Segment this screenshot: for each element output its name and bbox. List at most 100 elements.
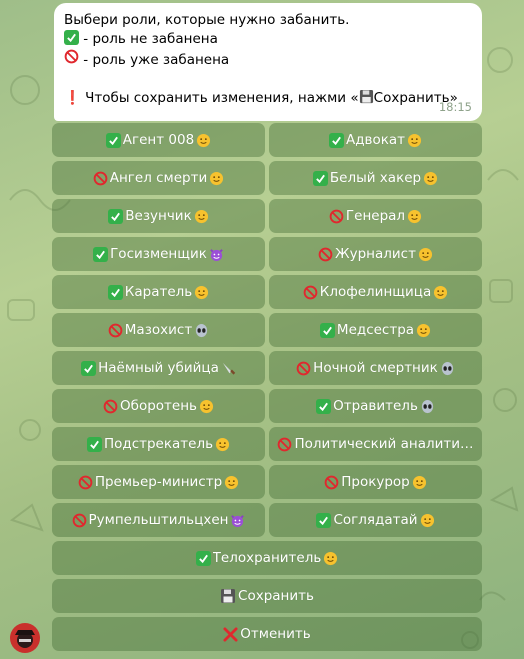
keyboard-row: Подстрекатель Политический аналити… xyxy=(52,427,482,461)
role-button-label: Агент 008 xyxy=(122,132,195,148)
slight-smile-icon xyxy=(407,133,422,148)
slight-smile-icon xyxy=(209,171,224,186)
exclamation-icon: ❗ xyxy=(64,90,81,106)
role-button-label: Ангел смерти xyxy=(109,170,208,186)
keyboard-row: Оборотень Отравитель xyxy=(52,389,482,423)
keyboard-row: Сохранить xyxy=(52,579,482,613)
check-mark-icon xyxy=(108,208,124,224)
keyboard-row: Каратель Клофелинщица xyxy=(52,275,482,309)
role-button-label: Прокурор xyxy=(341,474,410,490)
save-button[interactable]: Сохранить xyxy=(52,579,482,613)
message-time: 18:15 xyxy=(438,100,472,114)
role-button-label: Госизменщик xyxy=(110,246,207,262)
prohibited-icon xyxy=(93,171,108,186)
role-button-label: Политический аналити… xyxy=(294,436,474,452)
role-button-label: Каратель xyxy=(124,284,193,300)
role-button[interactable]: Мазохист xyxy=(52,313,265,347)
role-button-label: Клофелинщица xyxy=(319,284,432,300)
role-button-label: Мазохист xyxy=(124,322,193,338)
prohibited-icon xyxy=(78,475,93,490)
knife-icon xyxy=(221,361,236,376)
check-mark-icon xyxy=(328,132,344,148)
role-button-label: Отравитель xyxy=(333,398,418,414)
role-button-label: Адвокат xyxy=(345,132,406,148)
prohibited-icon xyxy=(277,437,292,452)
role-button-label: Ночной смертник xyxy=(313,360,438,376)
role-button[interactable]: Генерал xyxy=(269,199,482,233)
role-button[interactable]: Агент 008 xyxy=(52,123,265,157)
prohibited-icon xyxy=(296,361,311,376)
legend-not-banned: - роль не забанена xyxy=(83,31,218,47)
keyboard-row: Госизменщик Журналист xyxy=(52,237,482,271)
slight-smile-icon xyxy=(416,323,431,338)
role-button[interactable]: Соглядатай xyxy=(269,503,482,537)
check-mark-icon xyxy=(86,436,102,452)
role-button[interactable]: Везунчик xyxy=(52,199,265,233)
cross-mark-icon xyxy=(223,626,238,642)
inline-keyboard: Агент 008 Адвокат Ангел смерти Белый хакер В… xyxy=(52,123,482,655)
check-mark-icon xyxy=(107,284,123,300)
role-button[interactable]: Подстрекатель xyxy=(52,427,265,461)
check-mark-icon xyxy=(319,322,335,338)
role-button[interactable]: Румпельштильцхен xyxy=(52,503,265,537)
role-button[interactable]: Клофелинщица xyxy=(269,275,482,309)
role-button[interactable]: Медсестра xyxy=(269,313,482,347)
keyboard-row: Румпельштильцхен Соглядатай xyxy=(52,503,482,537)
slight-smile-icon xyxy=(418,247,433,262)
check-mark-icon xyxy=(105,132,121,148)
alien-icon xyxy=(440,361,455,376)
alien-icon xyxy=(194,323,209,338)
bot-message: Выбери роли, которые нужно забанить. - р… xyxy=(54,3,482,121)
slight-smile-icon xyxy=(412,475,427,490)
prohibited-icon xyxy=(303,285,318,300)
role-button[interactable]: Белый хакер xyxy=(269,161,482,195)
legend-banned: - роль уже забанена xyxy=(83,52,230,68)
slight-smile-icon xyxy=(196,133,211,148)
hint-text: Чтобы сохранить изменения, нажми « xyxy=(85,90,359,106)
prohibited-icon xyxy=(64,49,79,64)
keyboard-row: Агент 008 Адвокат xyxy=(52,123,482,157)
cancel-button[interactable]: Отменить xyxy=(52,617,482,651)
role-button[interactable]: Политический аналити… xyxy=(269,427,482,461)
prohibited-icon xyxy=(108,323,123,338)
keyboard-row: Мазохист Медсестра xyxy=(52,313,482,347)
role-button[interactable]: Телохранитель xyxy=(52,541,482,575)
slight-smile-icon xyxy=(224,475,239,490)
save-button-label: Сохранить xyxy=(238,588,314,604)
role-button-label: Журналист xyxy=(335,246,416,262)
prohibited-icon xyxy=(103,399,118,414)
role-button[interactable]: Ночной смертник xyxy=(269,351,482,385)
check-mark-icon xyxy=(316,398,332,414)
role-button[interactable]: Отравитель xyxy=(269,389,482,423)
check-mark-icon xyxy=(316,512,332,528)
keyboard-row: Ангел смерти Белый хакер xyxy=(52,161,482,195)
check-mark-icon xyxy=(195,550,211,566)
alien-icon xyxy=(420,399,435,414)
role-button[interactable]: Каратель xyxy=(52,275,265,309)
message-title: Выбери роли, которые нужно забанить. xyxy=(64,12,350,28)
role-button-label: Везунчик xyxy=(125,208,192,224)
slight-smile-icon xyxy=(194,285,209,300)
slight-smile-icon xyxy=(420,513,435,528)
keyboard-row: Наёмный убийца Ночной смертник xyxy=(52,351,482,385)
slight-smile-icon xyxy=(423,171,438,186)
role-button[interactable]: Адвокат xyxy=(269,123,482,157)
role-button-label: Наёмный убийца xyxy=(98,360,219,376)
role-button-label: Оборотень xyxy=(120,398,197,414)
role-button[interactable]: Оборотень xyxy=(52,389,265,423)
role-button[interactable]: Госизменщик xyxy=(52,237,265,271)
role-button[interactable]: Премьер-министр xyxy=(52,465,265,499)
role-button[interactable]: Наёмный убийца xyxy=(52,351,265,385)
floppy-disk-icon xyxy=(359,89,374,104)
role-button-label: Румпельштильцхен xyxy=(88,512,229,528)
check-mark-icon xyxy=(81,360,97,376)
prohibited-icon xyxy=(329,209,344,224)
role-button-label: Соглядатай xyxy=(333,512,418,528)
role-button[interactable]: Прокурор xyxy=(269,465,482,499)
prohibited-icon xyxy=(318,247,333,262)
role-button[interactable]: Журналист xyxy=(269,237,482,271)
slight-smile-icon xyxy=(323,551,338,566)
role-button-label: Премьер-министр xyxy=(94,474,223,490)
prohibited-icon xyxy=(324,475,339,490)
role-button[interactable]: Ангел смерти xyxy=(52,161,265,195)
